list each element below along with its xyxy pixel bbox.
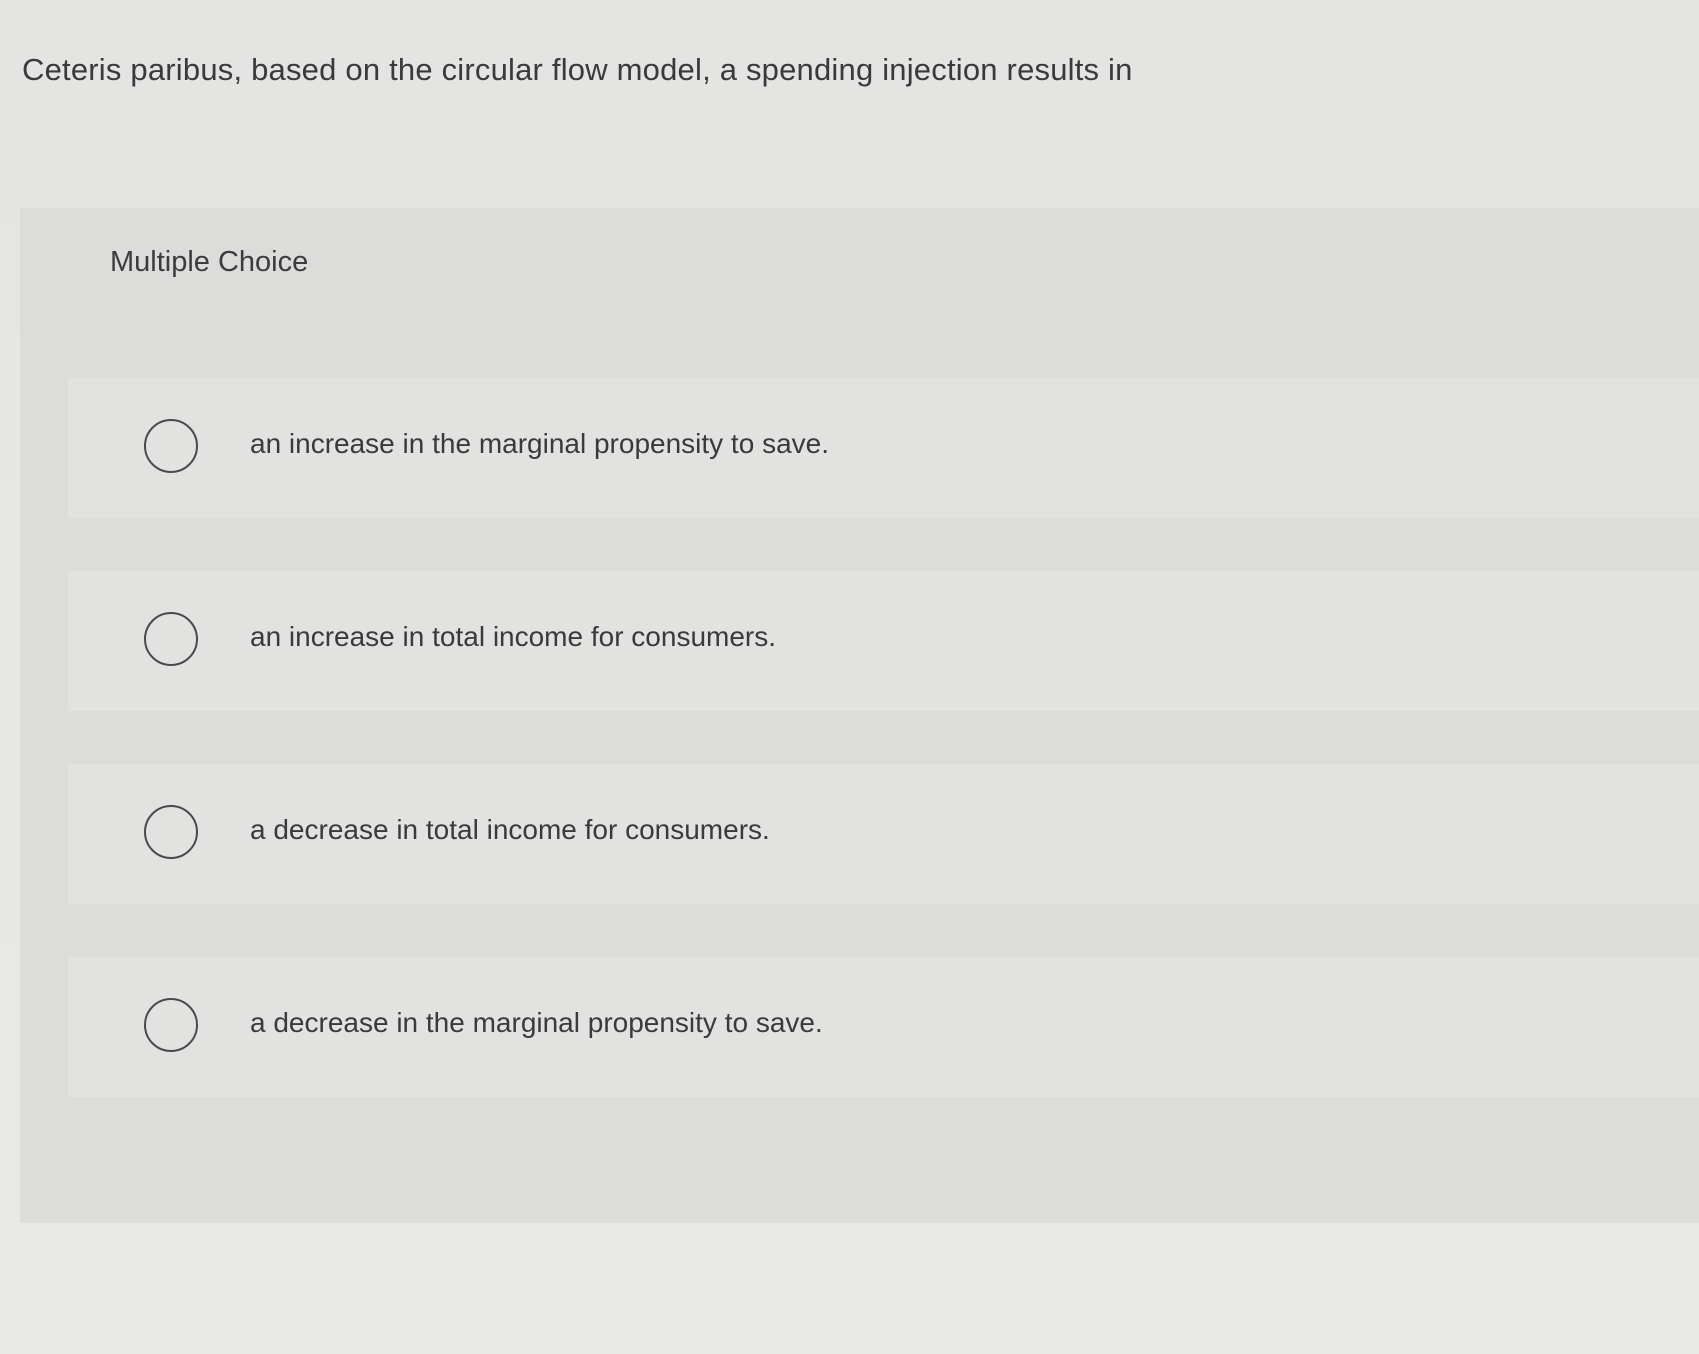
question-page: Ceteris paribus, based on the circular f… bbox=[0, 0, 1699, 1354]
multiple-choice-panel: Multiple Choice an increase in the margi… bbox=[20, 208, 1699, 1223]
radio-button-option-2[interactable] bbox=[144, 612, 198, 666]
option-4[interactable]: a decrease in the marginal propensity to… bbox=[68, 957, 1699, 1097]
radio-button-option-1[interactable] bbox=[144, 419, 198, 473]
radio-button-option-3[interactable] bbox=[144, 805, 198, 859]
option-1-label: an increase in the marginal propensity t… bbox=[250, 428, 829, 459]
radio-button-option-4[interactable] bbox=[144, 998, 198, 1052]
option-2[interactable]: an increase in total income for consumer… bbox=[68, 571, 1699, 711]
multiple-choice-label: Multiple Choice bbox=[110, 246, 309, 278]
option-3-label: a decrease in total income for consumers… bbox=[250, 814, 770, 845]
option-3[interactable]: a decrease in total income for consumers… bbox=[68, 764, 1699, 904]
option-4-label: a decrease in the marginal propensity to… bbox=[250, 1007, 823, 1038]
option-1[interactable]: an increase in the marginal propensity t… bbox=[68, 378, 1699, 518]
question-text: Ceteris paribus, based on the circular f… bbox=[22, 52, 1133, 87]
option-2-label: an increase in total income for consumer… bbox=[250, 621, 777, 652]
